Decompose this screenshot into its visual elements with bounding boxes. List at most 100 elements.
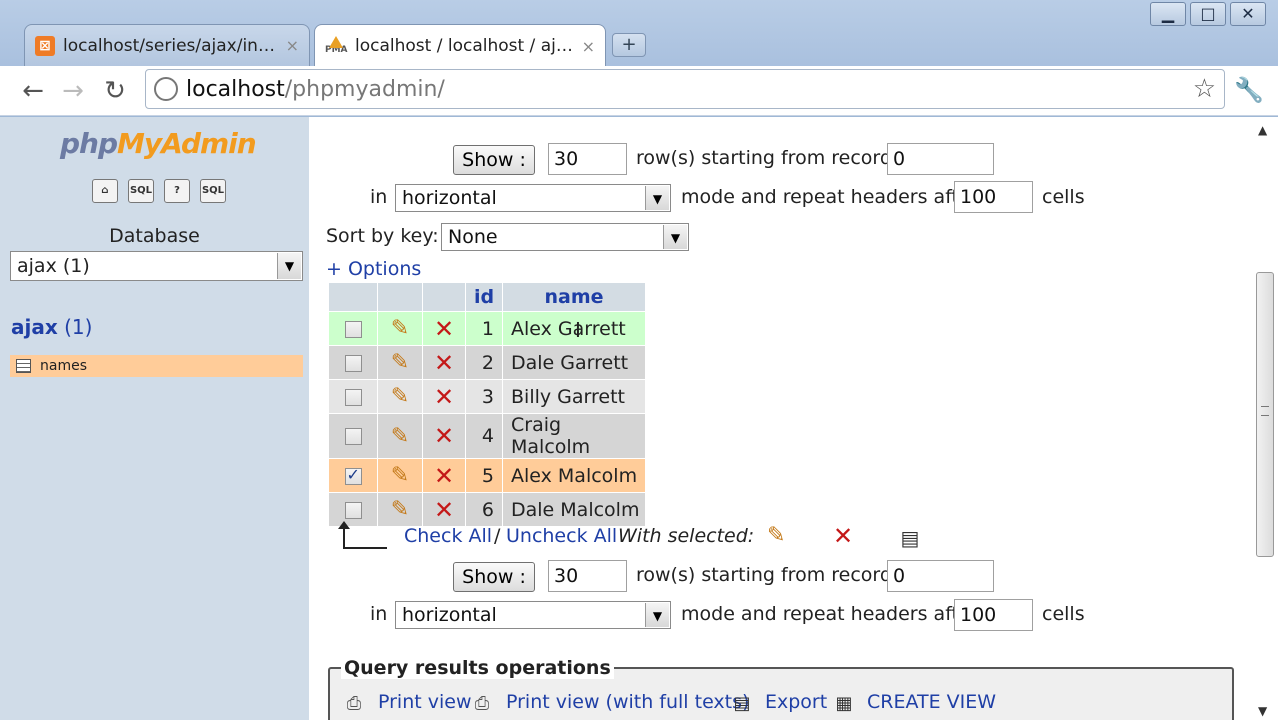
vertical-scrollbar[interactable]: ▲ ▼ <box>1250 117 1278 720</box>
rows-count-input-top[interactable]: 30 <box>548 143 627 175</box>
edit-pencil-icon[interactable]: ✎ <box>391 463 409 488</box>
edit-pencil-icon[interactable]: ✎ <box>391 424 409 449</box>
chevron-down-icon[interactable]: ▼ <box>645 603 669 627</box>
options-link[interactable]: + Options <box>326 258 421 280</box>
database-label: Database <box>109 225 200 247</box>
table-row[interactable]: ✎ ✕ 5 Alex Malcolm <box>329 459 645 492</box>
table-row[interactable]: ✎ ✕ 2 Dale Garrett <box>329 346 645 379</box>
wrench-icon[interactable]: 🔧 <box>1234 76 1264 104</box>
table-row[interactable]: ✎ ✕ 1 Alex Garrett <box>329 312 645 345</box>
close-window-button[interactable]: ✕ <box>1230 2 1266 26</box>
delete-x-icon[interactable]: ✕ <box>434 422 454 450</box>
uncheck-all-link[interactable]: Uncheck All <box>506 525 617 547</box>
browser-titlebar: ▁ □ ✕ ⊠ localhost/series/ajax/ind... × P… <box>0 0 1278 67</box>
start-record-input-bottom[interactable]: 0 <box>887 560 994 592</box>
new-tab-button[interactable]: + <box>612 33 646 57</box>
address-bar[interactable]: localhost/phpmyadmin/ ☆ <box>145 69 1225 109</box>
show-button-top[interactable]: Show : <box>453 145 535 175</box>
minimize-button[interactable]: ▁ <box>1150 2 1186 26</box>
tab-close-icon[interactable]: × <box>582 37 595 56</box>
display-mode-select-bottom[interactable]: horizontal ▼ <box>395 601 671 629</box>
chevron-down-icon[interactable]: ▼ <box>663 225 687 249</box>
database-name[interactable]: ajax <box>11 315 58 339</box>
chevron-down-icon[interactable]: ▼ <box>277 253 301 279</box>
row-checkbox[interactable] <box>344 501 362 519</box>
help-icon[interactable]: ? <box>164 179 190 203</box>
sql-icon[interactable]: SQL <box>128 179 154 203</box>
database-select[interactable]: ajax (1) ▼ <box>10 251 303 281</box>
print-view-link[interactable]: Print view <box>378 691 472 713</box>
bookmark-star-icon[interactable]: ☆ <box>1193 74 1216 104</box>
show-button-bottom[interactable]: Show : <box>453 562 535 592</box>
tab-title: localhost/series/ajax/ind... <box>63 35 278 56</box>
cells-label-top: cells <box>1042 186 1085 208</box>
phpmyadmin-logo[interactable]: phpMyAdmin <box>60 127 257 160</box>
print-full-icon[interactable]: ⎙ <box>471 693 493 715</box>
row-checkbox[interactable] <box>344 465 362 485</box>
delete-x-icon[interactable]: ✕ <box>434 315 454 343</box>
delete-selected-x-icon[interactable]: ✕ <box>833 522 853 550</box>
row-checkbox[interactable] <box>344 320 362 338</box>
table-row[interactable]: ✎ ✕ 4 Craig Malcolm <box>329 414 645 458</box>
delete-x-icon[interactable]: ✕ <box>434 383 454 411</box>
create-view-icon[interactable]: ▦ <box>833 693 855 715</box>
scroll-down-arrow-icon[interactable]: ▼ <box>1258 704 1267 718</box>
export-selected-icon[interactable]: ▤ <box>899 527 921 549</box>
database-link[interactable]: ajax (1) <box>11 315 92 339</box>
left-navigation-frame: phpMyAdmin ⌂ SQL ? SQL Database ajax (1)… <box>0 117 309 720</box>
edit-pencil-icon[interactable]: ✎ <box>391 350 409 375</box>
repeat-headers-input-top[interactable]: 100 <box>954 181 1033 213</box>
reload-icon[interactable]: ↻ <box>98 74 132 108</box>
sort-by-key-select[interactable]: None ▼ <box>441 223 689 251</box>
database-select-value: ajax (1) <box>17 255 90 277</box>
create-view-link[interactable]: CREATE VIEW <box>867 691 996 713</box>
repeat-headers-input-bottom[interactable]: 100 <box>954 599 1033 631</box>
tab-close-icon[interactable]: × <box>286 36 299 55</box>
globe-icon <box>154 77 178 101</box>
display-mode-select-top[interactable]: horizontal ▼ <box>395 184 671 212</box>
tab-series-ajax[interactable]: ⊠ localhost/series/ajax/ind... × <box>24 24 310 66</box>
column-header-name[interactable]: name <box>503 283 645 311</box>
table-icon[interactable] <box>16 359 31 373</box>
scroll-up-arrow-icon[interactable]: ▲ <box>1258 123 1267 137</box>
maximize-button[interactable]: □ <box>1190 2 1226 26</box>
delete-x-icon[interactable]: ✕ <box>434 462 454 490</box>
edit-pencil-icon[interactable]: ✎ <box>391 497 409 522</box>
tab-title: localhost / localhost / aja... <box>355 36 574 56</box>
home-icon[interactable]: ⌂ <box>92 179 118 203</box>
export-icon[interactable]: ▤ <box>731 693 753 715</box>
edit-pencil-icon[interactable]: ✎ <box>391 384 409 409</box>
scrollbar-grip-icon <box>1261 406 1269 416</box>
chevron-down-icon[interactable]: ▼ <box>645 186 669 210</box>
edit-selected-pencil-icon[interactable]: ✎ <box>767 523 785 548</box>
row-checkbox[interactable] <box>344 388 362 406</box>
sql-query-icon[interactable]: SQL <box>200 179 226 203</box>
print-icon[interactable]: ⎙ <box>343 693 365 715</box>
sidebar-item-names[interactable]: names <box>10 355 303 377</box>
scrollbar-thumb[interactable] <box>1256 272 1274 557</box>
delete-x-icon[interactable]: ✕ <box>434 349 454 377</box>
export-link[interactable]: Export <box>765 691 827 713</box>
left-icon-bar: ⌂ SQL ? SQL <box>92 179 226 203</box>
column-header-id[interactable]: id <box>466 283 502 311</box>
rows-count-input-bottom[interactable]: 30 <box>548 560 627 592</box>
check-all-link[interactable]: Check All <box>404 525 492 547</box>
table-name[interactable]: names <box>40 358 87 374</box>
header-blank <box>423 283 465 311</box>
delete-x-icon[interactable]: ✕ <box>434 496 454 524</box>
table-row[interactable]: ✎ ✕ 6 Dale Malcolm <box>329 493 645 526</box>
print-view-full-texts-link[interactable]: Print view (with full texts) <box>506 691 749 713</box>
table-row[interactable]: ✎ ✕ 3 Billy Garrett <box>329 380 645 413</box>
query-results-operations-legend: Query results operations <box>341 657 614 679</box>
pma-icon: PMA <box>325 36 348 56</box>
sort-by-key-label: Sort by key: <box>326 225 439 247</box>
tab-phpmyadmin[interactable]: PMA localhost / localhost / aja... × <box>314 24 606 67</box>
start-record-input-top[interactable]: 0 <box>887 143 994 175</box>
row-checkbox[interactable] <box>344 354 362 372</box>
forward-arrow-icon[interactable]: → <box>56 74 90 108</box>
edit-pencil-icon[interactable]: ✎ <box>391 316 409 341</box>
cell-id: 4 <box>466 414 502 458</box>
back-arrow-icon[interactable]: ← <box>16 74 50 108</box>
row-checkbox[interactable] <box>344 428 362 445</box>
in-label-top: in <box>370 186 388 208</box>
